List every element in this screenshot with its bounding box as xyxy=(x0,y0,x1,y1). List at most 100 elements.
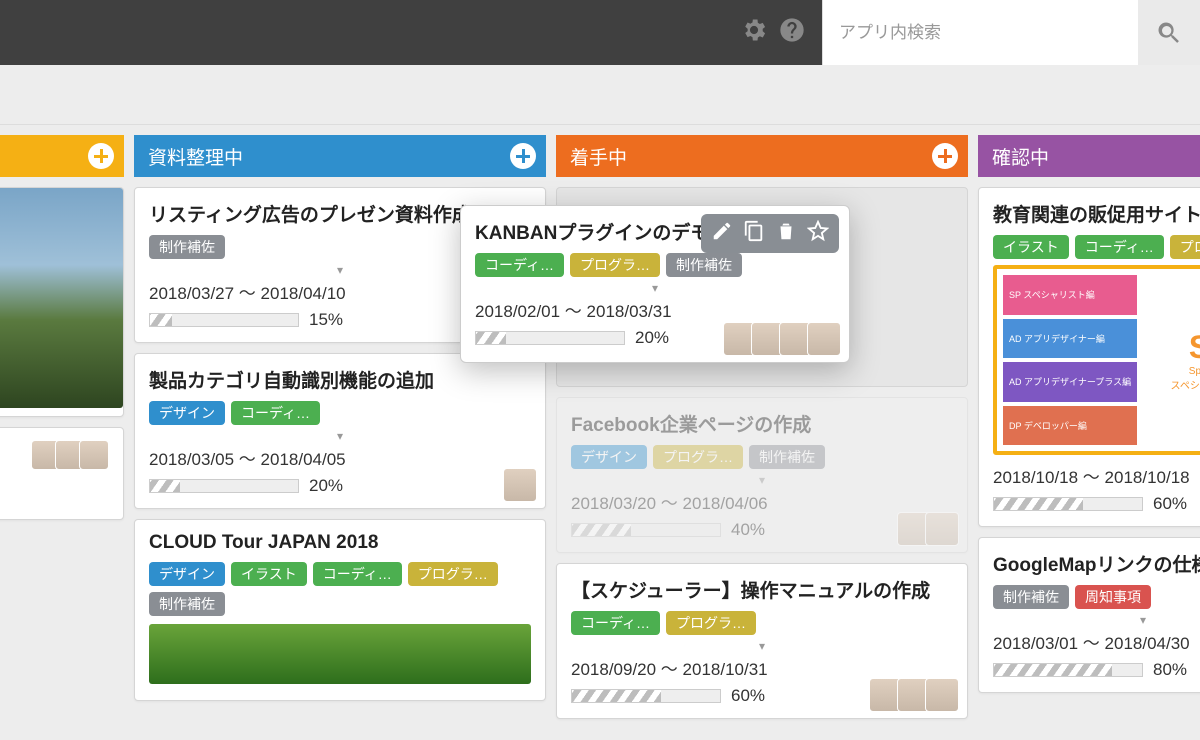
tag: コーディ… xyxy=(571,611,660,635)
column-0: 作業 xyxy=(0,135,124,719)
search-button[interactable] xyxy=(1138,0,1200,65)
progress: 40% xyxy=(571,520,953,540)
tags: コーディ… プログラ… xyxy=(571,611,953,635)
tag: プログラ… xyxy=(653,445,743,469)
card-dates: 2018/03/20 〜 2018/04/06 xyxy=(571,489,953,514)
tag: コーディ… xyxy=(1075,235,1164,259)
card-toolbar xyxy=(701,214,839,253)
column-3: 確認中 教育関連の販促用サイトの改 イラスト コーディ… プログラ SP スペシ… xyxy=(978,135,1200,719)
kanban-card[interactable]: 【スケジューラー】操作マニュアルの作成 コーディ… プログラ… ▾ 2018/0… xyxy=(556,563,968,719)
card-title: Facebook企業ページの作成 xyxy=(571,410,953,437)
tags: 制作補佐 周知事項 xyxy=(993,585,1200,609)
tag: デザイン xyxy=(571,445,647,469)
progress: 80% xyxy=(993,660,1200,680)
kanban-card[interactable]: 製品カテゴリ自動識別機能の追加 デザイン コーディ… ▾ 2018/03/05 … xyxy=(134,353,546,509)
dragging-card[interactable]: KANBANプラグインのデモ コーディ… プログラ… 制作補佐 ▾ 2018/0… xyxy=(460,205,850,363)
kanban-card[interactable]: GoogleMapリンクの仕様変 制作補佐 周知事項 ▾ 2018/03/01 … xyxy=(978,537,1200,693)
card-image xyxy=(0,188,123,408)
progress-pct: 40% xyxy=(731,520,765,540)
gear-icon[interactable] xyxy=(740,16,768,49)
kanban-card[interactable]: 教育関連の販促用サイトの改 イラスト コーディ… プログラ SP スペシャリスト… xyxy=(978,187,1200,527)
tag: イラスト xyxy=(993,235,1069,259)
tag: プログラ… xyxy=(570,253,660,277)
card-title: 【スケジューラー】操作マニュアルの作成 xyxy=(571,576,953,603)
tag: デザイン xyxy=(149,401,225,425)
column-header: 着手中 xyxy=(556,135,968,177)
tag: プログラ xyxy=(1170,235,1200,259)
progress-pct: 20% xyxy=(635,328,669,348)
column-body: 教育関連の販促用サイトの改 イラスト コーディ… プログラ SP スペシャリスト… xyxy=(978,177,1200,693)
tag: イラスト xyxy=(231,562,307,586)
tags: デザイン コーディ… xyxy=(149,401,531,425)
card-title: CLOUD Tour JAPAN 2018 xyxy=(149,532,531,554)
tag: コーディ… xyxy=(231,401,320,425)
kanban-card[interactable]: Facebook企業ページの作成 デザイン プログラ… 制作補佐 ▾ 2018/… xyxy=(556,397,968,553)
search-wrap xyxy=(822,0,1200,65)
column-header: 資料整理中 xyxy=(134,135,546,177)
card-image: SP スペシャリスト編 AD アプリデザイナー編 AD アプリデザイナープラス編… xyxy=(993,265,1200,455)
column-title: 着手中 xyxy=(570,143,627,170)
tags: イラスト コーディ… プログラ xyxy=(993,235,1200,259)
search-input[interactable] xyxy=(823,0,1138,65)
add-card-icon[interactable] xyxy=(88,143,114,169)
card-dates: 2018/03/01 〜 2018/04/30 xyxy=(993,629,1200,654)
tag: 制作補佐 xyxy=(149,235,225,259)
subbar xyxy=(0,65,1200,125)
chevron-down-icon[interactable]: ▾ xyxy=(571,641,953,651)
column-title: 資料整理中 xyxy=(148,143,243,170)
avatars xyxy=(875,678,959,712)
card-title: 教育関連の販促用サイトの改 xyxy=(993,200,1200,227)
chevron-down-icon[interactable]: ▾ xyxy=(993,615,1200,625)
card-dates: 2018/10/18 〜 2018/10/18 xyxy=(993,463,1200,488)
card-dates: 2018/03/05 〜 2018/04/05 xyxy=(149,445,531,470)
tag: 周知事項 xyxy=(1075,585,1151,609)
progress-pct: 20% xyxy=(309,476,343,496)
tags: デザイン プログラ… 制作補佐 xyxy=(571,445,953,469)
tag: 制作補佐 xyxy=(666,253,742,277)
add-card-icon[interactable] xyxy=(932,143,958,169)
column-title: 確認中 xyxy=(992,143,1049,170)
sp-logo: SP xyxy=(1189,329,1200,366)
tags: コーディ… プログラ… 制作補佐 xyxy=(475,253,835,277)
edit-icon[interactable] xyxy=(711,220,733,247)
column-header xyxy=(0,135,124,177)
tag: コーディ… xyxy=(313,562,402,586)
progress-pct: 80% xyxy=(1153,660,1187,680)
tag: プログラ… xyxy=(408,562,498,586)
chevron-down-icon[interactable]: ▾ xyxy=(149,431,531,441)
progress-pct: 60% xyxy=(1153,494,1187,514)
tag: 制作補佐 xyxy=(993,585,1069,609)
avatars xyxy=(509,468,537,502)
tag: プログラ… xyxy=(666,611,756,635)
topbar xyxy=(0,0,1200,65)
chevron-down-icon[interactable]: ▾ xyxy=(475,283,835,293)
column-body: 作業 xyxy=(0,177,124,520)
star-icon[interactable] xyxy=(807,220,829,247)
help-icon[interactable] xyxy=(778,16,806,49)
tag: 制作補佐 xyxy=(749,445,825,469)
tag: デザイン xyxy=(149,562,225,586)
top-icons xyxy=(740,16,822,49)
kanban-card[interactable] xyxy=(0,187,124,417)
card-title: 作業 xyxy=(0,476,109,503)
progress-pct: 60% xyxy=(731,686,765,706)
card-title: GoogleMapリンクの仕様変 xyxy=(993,550,1200,577)
kanban-card[interactable]: CLOUD Tour JAPAN 2018 デザイン イラスト コーディ… プロ… xyxy=(134,519,546,701)
column-header: 確認中 xyxy=(978,135,1200,177)
trash-icon[interactable] xyxy=(775,220,797,247)
progress: 60% xyxy=(993,494,1200,514)
card-title: 製品カテゴリ自動識別機能の追加 xyxy=(149,366,531,393)
card-dates: 2018/02/01 〜 2018/03/31 xyxy=(475,297,835,322)
add-card-icon[interactable] xyxy=(510,143,536,169)
avatars xyxy=(729,322,841,356)
kanban-card[interactable]: 作業 xyxy=(0,427,124,520)
copy-icon[interactable] xyxy=(743,220,765,247)
progress-pct: 15% xyxy=(309,310,343,330)
chevron-down-icon[interactable]: ▾ xyxy=(571,475,953,485)
card-dates: 2018/09/20 〜 2018/10/31 xyxy=(571,655,953,680)
tag: コーディ… xyxy=(475,253,564,277)
tag: 制作補佐 xyxy=(149,592,225,616)
avatars xyxy=(0,440,109,470)
progress: 20% xyxy=(149,476,531,496)
tags: デザイン イラスト コーディ… プログラ… 制作補佐 xyxy=(149,562,531,616)
